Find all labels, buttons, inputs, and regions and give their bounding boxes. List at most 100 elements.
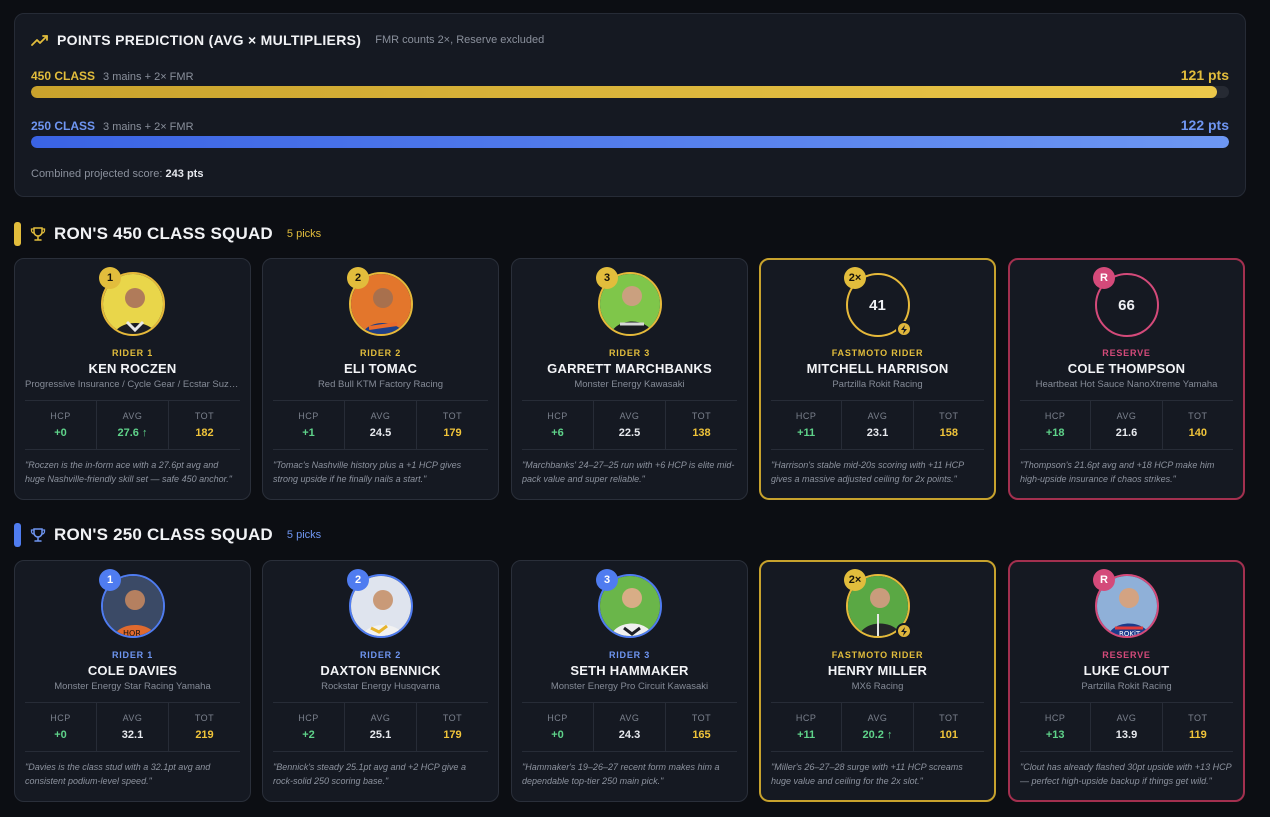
squad-count: 5 picks	[286, 228, 322, 240]
rider-role: RESERVE	[1102, 650, 1151, 660]
rider-name: MITCHELL HARRISON	[806, 361, 949, 376]
lightning-icon	[896, 321, 912, 337]
rider-team: Progressive Insurance / Cycle Gear / Ecs…	[25, 379, 240, 390]
rider-stats: HCP +0 AVG 32.1 TOT 219	[25, 702, 240, 752]
tot-value: 165	[692, 729, 711, 741]
rank-badge: 1	[99, 569, 121, 591]
stat-label: AVG	[1116, 411, 1137, 421]
class-points: 122 pts	[1180, 117, 1229, 133]
hcp-value: +11	[797, 729, 816, 741]
rider-quote: "Thompson's 21.6pt avg and +18 HCP make …	[1020, 460, 1215, 484]
rider-name: COLE DAVIES	[87, 663, 178, 678]
stat-label: TOT	[194, 713, 215, 723]
stat-label: HCP	[298, 713, 319, 723]
rank-badge: 3	[596, 267, 618, 289]
rider-card[interactable]: 1 RIDER 1 KEN ROCZEN Progressive Insuran…	[14, 258, 251, 500]
rider-quote: "Miller's 26–27–28 surge with +11 HCP sc…	[771, 762, 963, 786]
stat-label: TOT	[194, 411, 215, 421]
tot-value: 140	[1188, 427, 1207, 439]
rider-role: FASTMOTO RIDER	[831, 650, 924, 660]
rider-stats: HCP +11 AVG 23.1 TOT 158	[771, 400, 984, 450]
stat-label: HCP	[547, 713, 568, 723]
rider-team: Monster Energy Pro Circuit Kawasaki	[550, 681, 709, 692]
squad-accent-bar	[14, 523, 21, 547]
trending-up-icon	[31, 35, 48, 46]
rider-team: Heartbeat Hot Sauce NanoXtreme Yamaha	[1035, 379, 1218, 390]
rider-stats: HCP +2 AVG 25.1 TOT 179	[273, 702, 488, 752]
stat-label: HCP	[1044, 411, 1066, 421]
rider-stats: HCP +0 AVG 24.3 TOT 165	[522, 702, 737, 752]
tot-value: 179	[443, 729, 462, 741]
avg-value: 13.9	[1115, 729, 1138, 741]
rider-team: Red Bull KTM Factory Racing	[317, 379, 444, 390]
rider-team: Rockstar Energy Husqvarna	[321, 681, 440, 692]
rider-card-reserve[interactable]: ROKiT R RESERVE LUKE CLOUT Partzilla Rok…	[1008, 560, 1245, 802]
trophy-icon	[30, 227, 46, 241]
hcp-value: +0	[54, 427, 67, 439]
rider-card[interactable]: 2 RIDER 2 ELI TOMAC Red Bull KTM Factory…	[262, 258, 499, 500]
rider-stats: HCP +1 AVG 24.5 TOT 179	[273, 400, 488, 450]
stat-label: TOT	[442, 713, 463, 723]
avg-value: 21.6	[1115, 427, 1138, 439]
tot-value: 179	[443, 427, 462, 439]
avg-value: 24.3	[618, 729, 641, 741]
avg-value: 20.2 ↑	[862, 729, 893, 741]
rider-card-fastmoto[interactable]: 2× FASTMOTO RIDER HENRY MILLER MX6 Racin…	[759, 560, 996, 802]
stat-label: TOT	[442, 411, 463, 421]
rider-card-fastmoto[interactable]: 41 2× FASTMOTO RIDER MITCHELL HARRISON P…	[759, 258, 996, 500]
rider-role: RIDER 3	[608, 348, 651, 358]
rider-role: RIDER 1	[111, 650, 154, 660]
rider-quote: "Hammaker's 19–26–27 recent form makes h…	[522, 762, 720, 786]
hcp-value: +0	[551, 729, 564, 741]
hcp-value: +18	[1045, 427, 1065, 439]
stat-label: HCP	[547, 411, 568, 421]
stat-label: AVG	[370, 411, 391, 421]
stat-label: TOT	[691, 411, 712, 421]
rider-name: LUKE CLOUT	[1083, 663, 1170, 678]
trophy-icon	[30, 528, 46, 542]
stat-label: HCP	[50, 713, 71, 723]
rider-card[interactable]: HOR 1 RIDER 1 COLE DAVIES Monster Energy…	[14, 560, 251, 802]
rider-role: RIDER 2	[359, 650, 402, 660]
rider-quote: "Roczen is the in-form ace with a 27.6pt…	[25, 460, 232, 484]
rider-number: 66	[1118, 296, 1135, 314]
multiplier-badge: 2×	[844, 569, 866, 591]
tot-value: 158	[939, 427, 958, 439]
panel-note: FMR counts 2×, Reserve excluded	[375, 34, 545, 46]
stat-label: TOT	[939, 411, 959, 421]
rider-card-reserve[interactable]: 66 R RESERVE COLE THOMPSON Heartbeat Hot…	[1008, 258, 1245, 500]
tot-value: 219	[195, 729, 214, 741]
rider-name: ELI TOMAC	[343, 361, 418, 376]
rider-name: DAXTON BENNICK	[320, 663, 441, 678]
squad-header-450: RON'S 450 CLASS SQUAD 5 picks	[14, 222, 321, 246]
panel-header: POINTS PREDICTION (AVG × MULTIPLIERS) FM…	[31, 32, 544, 48]
rider-card[interactable]: 3 RIDER 3 SETH HAMMAKER Monster Energy P…	[511, 560, 748, 802]
rider-role: RIDER 1	[111, 348, 154, 358]
rider-number: 41	[869, 296, 886, 314]
avg-value: 24.5	[369, 427, 392, 439]
rider-team: Partzilla Rokit Racing	[1081, 681, 1172, 692]
rider-card[interactable]: 2 RIDER 2 DAXTON BENNICK Rockstar Energy…	[262, 560, 499, 802]
stat-label: TOT	[1188, 713, 1208, 723]
rank-badge: 3	[596, 569, 618, 591]
rider-quote: "Harrison's stable mid-20s scoring with …	[771, 460, 964, 484]
rider-role: FASTMOTO RIDER	[831, 348, 924, 358]
rider-quote: "Davies is the class stud with a 32.1pt …	[25, 762, 211, 786]
rider-name: KEN ROCZEN	[88, 361, 177, 376]
class-points: 121 pts	[1180, 67, 1229, 83]
class-name: 250 CLASS	[31, 119, 96, 133]
progress-fill	[31, 86, 1218, 98]
stat-label: TOT	[691, 713, 712, 723]
reserve-badge: R	[1093, 569, 1115, 591]
stat-label: HCP	[1044, 713, 1066, 723]
svg-text:ROKiT: ROKiT	[1119, 630, 1141, 638]
tot-value: 119	[1188, 729, 1207, 741]
rider-card[interactable]: 3 RIDER 3 GARRETT MARCHBANKS Monster Ene…	[511, 258, 748, 500]
rider-team: Monster Energy Star Racing Yamaha	[54, 681, 211, 692]
points-prediction-panel: POINTS PREDICTION (AVG × MULTIPLIERS) FM…	[14, 13, 1246, 197]
rider-quote: "Tomac's Nashville history plus a +1 HCP…	[273, 460, 462, 484]
rider-quote: "Clout has already flashed 30pt upside w…	[1020, 762, 1232, 786]
rider-role: RIDER 3	[608, 650, 651, 660]
avg-value: 22.5	[618, 427, 641, 439]
lightning-icon	[896, 623, 912, 639]
